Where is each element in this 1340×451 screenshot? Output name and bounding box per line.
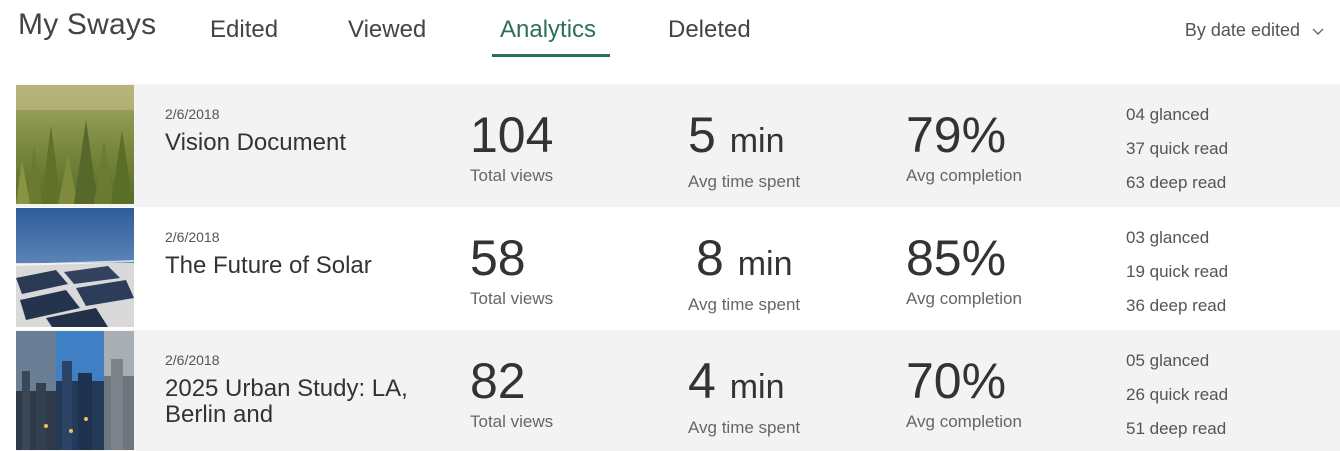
deep-read-count: 36 deep read [1126,296,1227,315]
read-breakdown: 04 glanced 37 quick read 63 deep read [1126,98,1228,200]
total-views-value: 104 [470,107,554,163]
total-views-stat: 104 Total views [470,110,553,186]
quick-read-count: 37 quick read [1126,139,1229,158]
avg-time-unit: min [737,245,793,283]
tab-viewed[interactable]: Viewed [348,16,426,44]
avg-time-value: 8 [696,230,724,286]
total-views-label: Total views [470,166,554,185]
avg-completion-stat: 85% Avg completion [906,233,1022,309]
header: My Sways Edited Viewed Analytics Deleted… [0,0,1340,70]
forest-thumbnail [16,85,134,204]
avg-time-stat: 5 min Avg time spent [688,110,800,192]
glanced-count: 05 glanced [1126,351,1210,370]
city-thumbnail [16,331,134,450]
total-views-label: Total views [470,289,554,308]
avg-completion-label: Avg completion [906,166,1022,185]
tab-edited[interactable]: Edited [210,16,278,44]
avg-time-stat: 4 min Avg time spent [688,356,800,438]
total-views-stat: 82 Total views [470,356,553,432]
app-title: My Sways [18,8,157,41]
avg-completion-label: Avg completion [906,412,1022,431]
avg-completion-label: Avg completion [906,289,1022,308]
avg-time-label: Avg time spent [688,172,801,191]
avg-time-label: Avg time spent [688,418,801,437]
total-views-value: 82 [470,353,526,409]
avg-time-label: Avg time spent [688,295,801,314]
tab-analytics[interactable]: Analytics [500,16,596,44]
avg-time-unit: min [729,122,785,160]
list-item[interactable]: 2/6/2018 Vision Document 104 Total views… [16,84,1340,207]
active-tab-indicator [492,54,610,57]
list-item[interactable]: 2/6/2018 2025 Urban Study: LA, Berlin an… [16,330,1340,451]
list-item[interactable]: 2/6/2018 The Future of Solar 58 Total vi… [16,207,1340,330]
sway-title[interactable]: Vision Document [165,130,415,156]
deep-read-count: 63 deep read [1126,173,1227,192]
avg-time-unit: min [729,368,785,406]
sort-dropdown[interactable]: By date edited [1185,20,1326,41]
glanced-count: 04 glanced [1126,105,1210,124]
total-views-stat: 58 Total views [470,233,553,309]
avg-completion-stat: 79% Avg completion [906,110,1022,186]
total-views-label: Total views [470,412,554,431]
quick-read-count: 19 quick read [1126,262,1229,281]
sway-date: 2/6/2018 [165,352,220,368]
quick-read-count: 26 quick read [1126,385,1229,404]
total-views-value: 58 [470,230,526,286]
avg-completion-value: 70% [906,353,1007,409]
read-breakdown: 05 glanced 26 quick read 51 deep read [1126,344,1228,446]
chevron-down-icon [1312,28,1324,35]
avg-time-value: 4 [688,353,716,409]
avg-completion-value: 85% [906,230,1007,286]
solar-thumbnail [16,208,134,327]
tab-deleted[interactable]: Deleted [668,16,751,44]
sway-title[interactable]: 2025 Urban Study: LA, Berlin and [165,376,415,428]
avg-time-stat: 8 min Avg time spent [688,230,800,315]
read-breakdown: 03 glanced 19 quick read 36 deep read [1126,221,1228,323]
avg-completion-stat: 70% Avg completion [906,356,1022,432]
avg-time-value: 5 [688,107,716,163]
analytics-list: 2/6/2018 Vision Document 104 Total views… [16,84,1340,451]
sway-date: 2/6/2018 [165,106,220,122]
avg-completion-value: 79% [906,107,1007,163]
sway-title[interactable]: The Future of Solar [165,253,415,279]
deep-read-count: 51 deep read [1126,419,1227,438]
glanced-count: 03 glanced [1126,228,1210,247]
sway-date: 2/6/2018 [165,229,220,245]
sort-label: By date edited [1184,20,1300,40]
